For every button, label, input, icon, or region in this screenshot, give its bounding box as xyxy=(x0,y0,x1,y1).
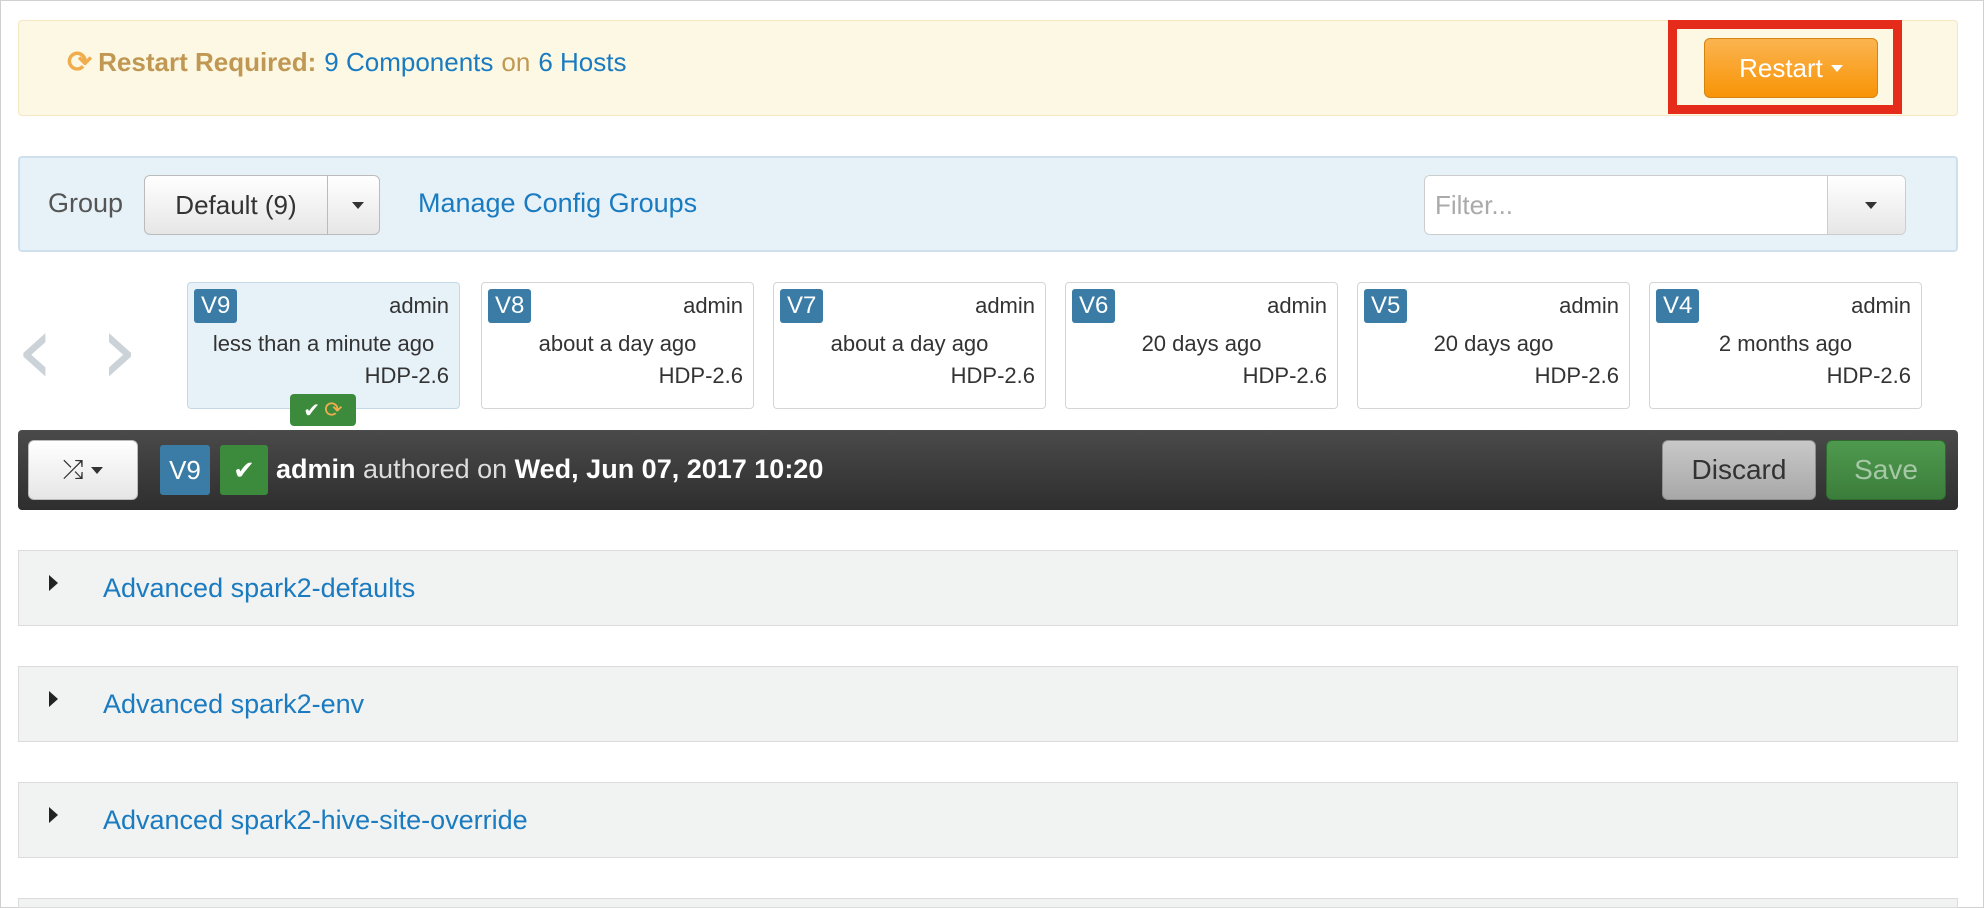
save-button[interactable]: Save xyxy=(1826,440,1946,500)
version-stack: HDP-2.6 xyxy=(1242,363,1327,388)
version-time: less than a minute ago xyxy=(212,331,435,356)
on-text: on xyxy=(501,47,531,77)
config-section-partial xyxy=(18,898,1958,908)
chevron-left-icon[interactable]: ‹ xyxy=(16,302,54,398)
config-section[interactable]: Advanced spark2-defaults xyxy=(18,550,1958,626)
version-badge: V5 xyxy=(1364,289,1408,323)
version-stack: HDP-2.6 xyxy=(950,363,1035,388)
version-badge: V9 xyxy=(194,289,238,323)
hosts-link[interactable]: 6 Hosts xyxy=(538,47,626,78)
filter-input[interactable] xyxy=(1425,176,1827,234)
check-icon: ✔ xyxy=(303,399,321,422)
refresh-icon: ⟳ xyxy=(324,397,343,422)
version-stack: HDP-2.6 xyxy=(1826,363,1911,388)
restart-required-label: Restart Required: xyxy=(98,47,317,77)
version-stack: HDP-2.6 xyxy=(1534,363,1619,388)
authored-on-text: authored on xyxy=(363,454,508,484)
current-version-badge: V9 xyxy=(160,445,210,495)
version-author: admin xyxy=(1559,293,1619,318)
chevron-right-icon[interactable]: › xyxy=(100,302,138,398)
current-version-bar: ⤮ V9 ✔ admin authored on Wed, Jun 07, 20… xyxy=(18,430,1958,510)
version-time: 20 days ago xyxy=(1433,331,1554,356)
version-box-v7[interactable]: V7 admin about a day ago HDP-2.6 xyxy=(773,282,1046,409)
components-link[interactable]: 9 Components xyxy=(324,47,493,78)
restart-button[interactable]: Restart xyxy=(1704,38,1878,98)
version-box-v4[interactable]: V4 admin 2 months ago HDP-2.6 xyxy=(1649,282,1922,409)
version-badge: V7 xyxy=(780,289,824,323)
version-box-v6[interactable]: V6 admin 20 days ago HDP-2.6 xyxy=(1065,282,1338,409)
version-badge: V8 xyxy=(488,289,532,323)
section-title[interactable]: Advanced spark2-hive-site-override xyxy=(103,805,528,836)
group-select-value[interactable]: Default (9) xyxy=(145,176,327,234)
version-stack: HDP-2.6 xyxy=(364,363,449,388)
version-author: admin xyxy=(1267,293,1327,318)
discard-button[interactable]: Discard xyxy=(1662,440,1816,500)
version-badge: V6 xyxy=(1072,289,1116,323)
refresh-icon: ⟳ xyxy=(67,46,93,79)
authored-date: Wed, Jun 07, 2017 10:20 xyxy=(514,454,824,484)
version-author: admin xyxy=(1851,293,1911,318)
compare-versions-button[interactable]: ⤮ xyxy=(28,440,138,500)
section-title[interactable]: Advanced spark2-defaults xyxy=(103,573,415,604)
version-time: 20 days ago xyxy=(1141,331,1262,356)
version-time: 2 months ago xyxy=(1718,331,1853,356)
restart-required-banner: ⟳ Restart Required: 9 Components on 6 Ho… xyxy=(18,20,1958,116)
version-author: admin xyxy=(683,293,743,318)
restart-button-label: Restart xyxy=(1739,52,1823,83)
config-group-bar: Group Default (9) Manage Config Groups xyxy=(18,156,1958,252)
check-icon: ✔ xyxy=(220,445,268,495)
group-select[interactable]: Default (9) xyxy=(144,175,380,235)
version-badge: V4 xyxy=(1656,289,1700,323)
version-time: about a day ago xyxy=(538,331,697,356)
version-stack: HDP-2.6 xyxy=(658,363,743,388)
group-label: Group xyxy=(48,188,124,218)
version-author: admin xyxy=(975,293,1035,318)
group-dropdown-toggle[interactable] xyxy=(327,176,379,234)
caret-down-icon xyxy=(1864,201,1877,209)
version-box-v8[interactable]: V8 admin about a day ago HDP-2.6 xyxy=(481,282,754,409)
caret-down-icon xyxy=(351,201,364,209)
version-time: about a day ago xyxy=(830,331,989,356)
caret-down-icon xyxy=(1830,64,1843,72)
current-version-tag: ✔ ⟳ xyxy=(290,394,356,426)
shuffle-icon: ⤮ xyxy=(62,454,84,485)
manage-config-groups-link[interactable]: Manage Config Groups xyxy=(418,188,697,219)
restart-required-text: ⟳ Restart Required: 9 Components on 6 Ho… xyxy=(67,45,626,80)
config-section[interactable]: Advanced spark2-env xyxy=(18,666,1958,742)
caret-right-icon[interactable] xyxy=(49,807,58,823)
version-author: admin xyxy=(389,293,449,318)
filter-dropdown-toggle[interactable] xyxy=(1827,176,1905,234)
version-meta: admin authored on Wed, Jun 07, 2017 10:2… xyxy=(276,454,823,485)
caret-down-icon xyxy=(91,466,104,474)
config-section[interactable]: Advanced spark2-hive-site-override xyxy=(18,782,1958,858)
author-name: admin xyxy=(276,454,356,484)
section-title[interactable]: Advanced spark2-env xyxy=(103,689,364,720)
filter-control xyxy=(1424,175,1906,235)
version-box-v9[interactable]: V9 admin less than a minute ago HDP-2.6 xyxy=(187,282,460,409)
caret-right-icon[interactable] xyxy=(49,575,58,591)
caret-right-icon[interactable] xyxy=(49,691,58,707)
version-box-v5[interactable]: V5 admin 20 days ago HDP-2.6 xyxy=(1357,282,1630,409)
